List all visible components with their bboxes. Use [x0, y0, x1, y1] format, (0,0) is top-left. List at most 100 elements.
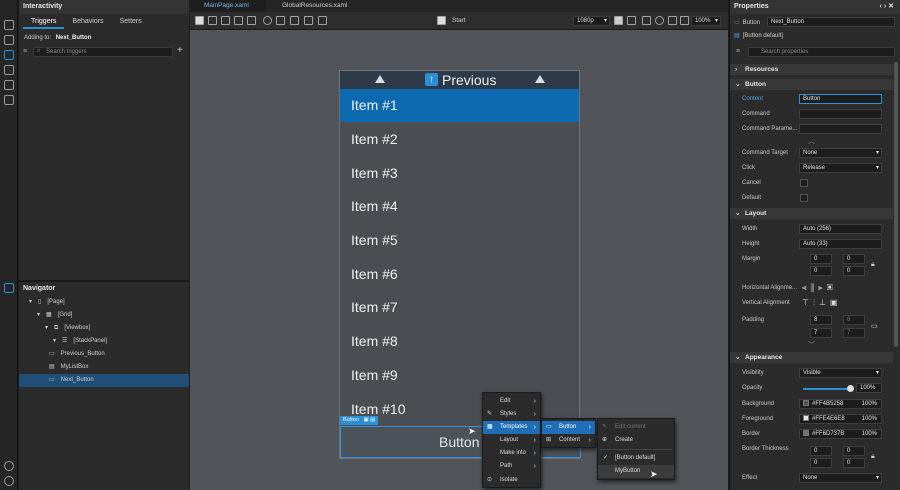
opacity-field[interactable]: 100% [856, 383, 882, 393]
margin-right-field[interactable]: 0 [810, 266, 832, 276]
add-icon[interactable] [4, 35, 14, 45]
element-name-field[interactable]: Next_Button [767, 17, 895, 27]
tab-setters[interactable]: Setters [112, 16, 150, 29]
opacity-slider-thumb[interactable] [847, 385, 854, 392]
command-target-select[interactable]: None ▾ [799, 148, 882, 158]
zoom-icon[interactable] [655, 16, 664, 25]
halign-buttons-icon[interactable]: ⫷⫼⫸▣ [802, 283, 837, 293]
list-item[interactable]: Item #5 [340, 224, 579, 257]
zoom-fit-icon[interactable] [680, 16, 689, 25]
submenu-item-button[interactable]: ▭ Button › [542, 421, 595, 434]
tab-behaviors[interactable]: Behaviors [64, 16, 111, 29]
align-top-icon[interactable] [318, 16, 327, 25]
border-right-field[interactable]: 0 [810, 458, 832, 468]
template-icon[interactable]: ▣ [363, 417, 368, 423]
valign-buttons-icon[interactable]: ⊤⫶⊥▣ [802, 298, 842, 308]
content-field[interactable]: Button [799, 94, 882, 104]
menu-item-path[interactable]: Path › [483, 460, 540, 473]
ellipse-icon[interactable] [263, 16, 272, 25]
list-item[interactable]: Item #7 [340, 291, 579, 324]
paint-icon[interactable] [290, 16, 299, 25]
collapse-icon[interactable]: ︿ [808, 136, 815, 146]
menu-item-make-into[interactable]: Make into › [483, 447, 540, 460]
menu-item-layout[interactable]: Layout › [483, 434, 540, 447]
tree-item-grid[interactable]: ▾ ▦ [Grid] [19, 309, 189, 322]
submenu-item-content[interactable]: ⊞ Content › [542, 434, 595, 447]
animation-icon[interactable] [4, 65, 14, 75]
lock-icon[interactable]: 🔒︎ [871, 453, 875, 461]
visibility-select[interactable]: Visible ▾ [799, 368, 882, 378]
lock-icon[interactable]: 🔒︎ [871, 261, 875, 269]
height-field[interactable]: Auto (33) [799, 239, 882, 249]
trigger-search-input[interactable]: Search triggers [33, 47, 173, 57]
border-left-field[interactable]: 0 [810, 446, 832, 456]
click-mode-select[interactable]: Release ▾ [799, 163, 882, 173]
menu-item-isolate[interactable]: ⊙ Isolate [483, 474, 540, 487]
align-left-icon[interactable] [304, 16, 313, 25]
interactivity-icon[interactable] [4, 50, 14, 60]
tree-item-next-button[interactable]: ▭ Next_Button [19, 374, 189, 387]
link-icon[interactable]: ▭ [871, 322, 878, 330]
filter-icon[interactable]: ≡ [23, 48, 31, 55]
style-indicator[interactable]: ▤ [Button default] [734, 32, 783, 39]
menu-item-create[interactable]: ⊕ Create [598, 434, 674, 447]
tree-item-mylistbox[interactable]: ▤ MyListBox [19, 361, 189, 374]
transform-icon[interactable] [276, 16, 285, 25]
assets-icon[interactable] [4, 20, 14, 30]
foreground-brush-field[interactable]: #FFE4E6E8 100% [799, 414, 882, 424]
width-field[interactable]: Auto (256) [799, 224, 882, 234]
margin-bottom-field[interactable]: 0 [843, 266, 865, 276]
section-layout[interactable]: ⌄ Layout [730, 208, 893, 219]
list-item[interactable]: Item #4 [340, 190, 579, 223]
zoom-select[interactable]: 100% ▾ [691, 16, 721, 26]
database-icon[interactable] [4, 95, 14, 105]
list-item[interactable]: Item #2 [340, 123, 579, 156]
portrait-icon[interactable] [627, 16, 636, 25]
style-icon[interactable]: ▤ [370, 417, 375, 423]
border-brush-field[interactable]: #FF6D737B 100% [799, 429, 882, 439]
command-field[interactable] [799, 109, 882, 119]
section-resources[interactable]: › Resources [730, 64, 893, 75]
move-icon[interactable] [221, 16, 230, 25]
section-button[interactable]: ⌄ Button [730, 79, 893, 90]
select-tool-icon[interactable] [195, 16, 204, 25]
doc-tab-mainpage[interactable]: MainPage.xaml [190, 0, 266, 12]
help-icon[interactable] [4, 476, 14, 486]
tree-item-page[interactable]: ▾ ▯ [Page] [19, 296, 189, 309]
direct-select-icon[interactable] [208, 16, 217, 25]
background-brush-field[interactable]: #FF4B5258 100% [799, 399, 882, 409]
border-top-field[interactable]: 0 [843, 446, 865, 456]
command-param-field[interactable] [799, 124, 882, 134]
section-appearance[interactable]: ⌄ Appearance [730, 352, 893, 363]
bug-icon[interactable] [4, 461, 14, 471]
padding-right-field[interactable]: 7 [810, 328, 832, 338]
property-search-input[interactable]: Search properties [748, 47, 895, 57]
tab-triggers[interactable]: Triggers [23, 16, 65, 29]
menu-item-templates[interactable]: ▦ Templates › [483, 421, 540, 434]
properties-scrollbar[interactable] [894, 62, 898, 347]
start-label[interactable]: Start [452, 17, 466, 24]
resize-icon[interactable] [247, 16, 256, 25]
menu-item-mybutton[interactable]: MyButton [598, 465, 674, 478]
tree-item-stackpanel[interactable]: ▾ ☰ [StackPanel] [19, 335, 189, 348]
nav-arrows-icon[interactable]: ‹ › ✕ [880, 0, 894, 14]
pan-icon[interactable] [234, 16, 243, 25]
list-item[interactable]: Item #3 [340, 157, 579, 190]
navigator-icon[interactable] [4, 283, 14, 293]
list-item[interactable]: Item #8 [340, 325, 579, 358]
filter-icon[interactable]: ≡ [736, 48, 740, 55]
padding-top-field[interactable]: 6 [843, 315, 865, 325]
resolution-select[interactable]: 1080p ▾ [573, 16, 610, 26]
hand-icon[interactable] [642, 16, 651, 25]
padding-bottom-field[interactable]: 7 [843, 328, 865, 338]
menu-item-edit[interactable]: Edit › [483, 395, 540, 408]
cancel-checkbox[interactable] [800, 179, 808, 187]
padding-left-field[interactable]: 8 [810, 315, 832, 325]
list-item[interactable]: Item #6 [340, 258, 579, 291]
default-checkbox[interactable] [800, 194, 808, 202]
doc-tab-globalresources[interactable]: GlobalResources.xaml [268, 0, 358, 12]
expand-icon[interactable]: ﹀ [808, 340, 815, 350]
margin-top-field[interactable]: 0 [843, 254, 865, 264]
pages-icon[interactable] [4, 80, 14, 90]
margin-left-field[interactable]: 0 [810, 254, 832, 264]
